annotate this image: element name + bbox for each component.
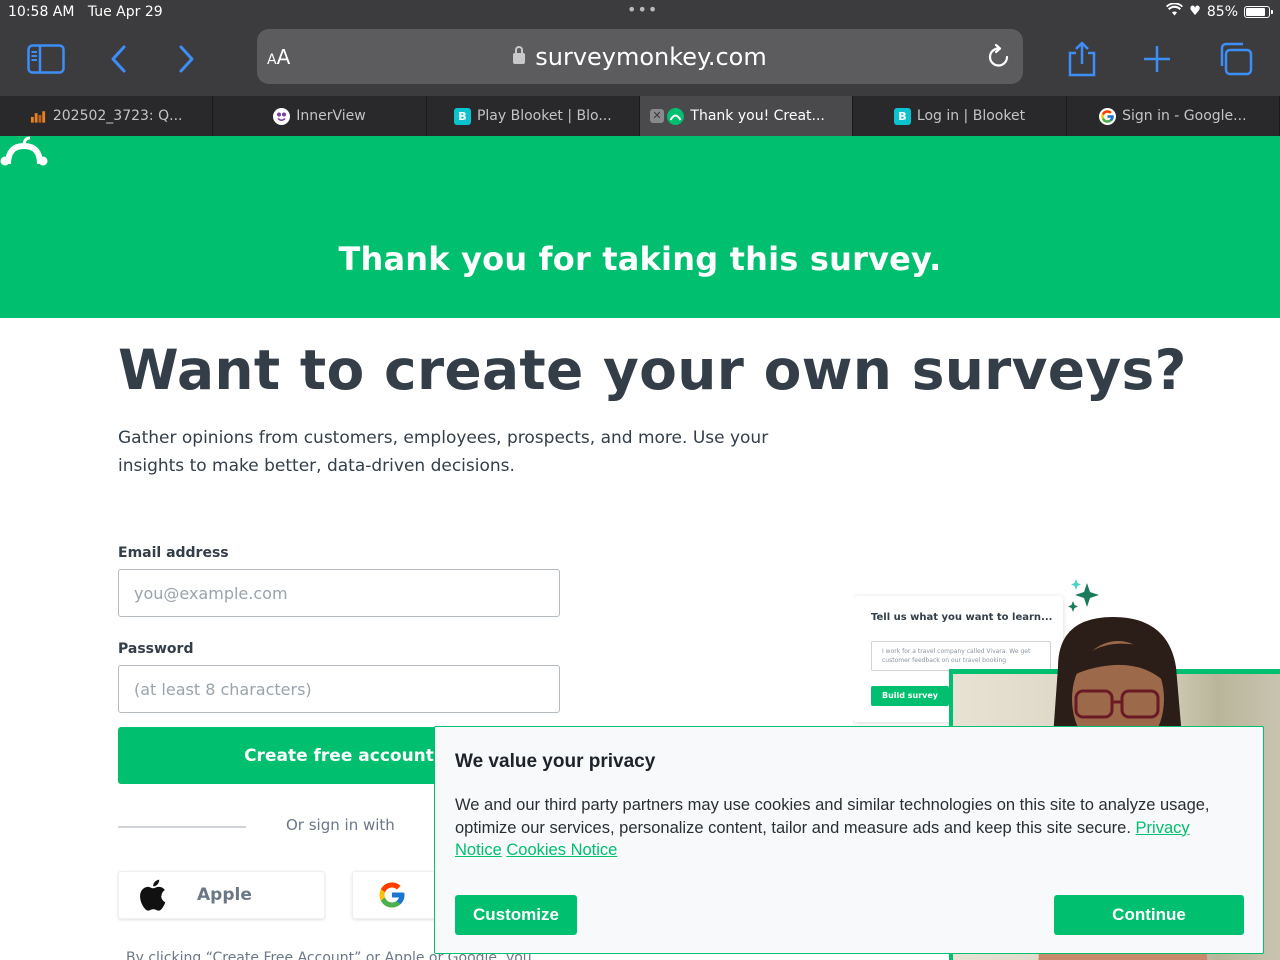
status-time: 10:58 AM Tue Apr 29 (8, 4, 163, 20)
sidebar-icon[interactable] (26, 39, 66, 79)
thank-you-title: Thank you for taking this survey. (338, 240, 942, 278)
tab-login-blooket[interactable]: B Log in | Blooket (853, 96, 1067, 136)
apple-sign-in-button[interactable]: Apple (118, 871, 325, 919)
close-tab-icon[interactable]: ✕ (649, 109, 664, 123)
heart-icon: ♥ (1189, 4, 1201, 19)
tab-innerview[interactable]: InnerView (213, 96, 427, 136)
customize-button[interactable]: Customize (455, 895, 577, 935)
new-tab-icon[interactable] (1137, 39, 1177, 79)
google-icon (1099, 107, 1117, 125)
surveymonkey-icon (667, 107, 685, 125)
tabs-overview-icon[interactable] (1215, 39, 1255, 79)
tab-play-blooket[interactable]: B Play Blooket | Blo... (427, 96, 640, 136)
continue-button[interactable]: Continue (1054, 895, 1244, 935)
password-field[interactable] (118, 665, 560, 713)
google-sign-in-button[interactable] (352, 871, 442, 919)
tab-surveymonkey[interactable]: ✕ Thank you! Creat... (639, 96, 854, 136)
innerview-icon (273, 107, 291, 125)
url-display[interactable]: surveymonkey.com (257, 43, 1023, 71)
cookie-body-text: We and our third party partners may use … (455, 796, 1210, 837)
address-bar[interactable]: AA surveymonkey.com (257, 29, 1023, 84)
apple-label: Apple (197, 885, 252, 905)
status-right: ♥ 85% (1166, 2, 1273, 20)
blooket-icon: B (453, 107, 471, 125)
back-icon[interactable] (99, 39, 139, 79)
page-description: Gather opinions from customers, employee… (118, 428, 769, 476)
divider-left (118, 826, 246, 828)
battery-icon (1244, 5, 1273, 18)
google-icon (377, 880, 407, 910)
surveymonkey-logo-icon (0, 136, 48, 170)
multitasking-dots-icon[interactable]: ••• (627, 0, 658, 19)
cookies-notice-link[interactable]: Cookies Notice (506, 841, 617, 859)
blooket-icon: B (893, 107, 911, 125)
share-icon[interactable] (1062, 39, 1102, 79)
thank-you-banner (0, 136, 1280, 318)
forward-icon[interactable] (166, 39, 206, 79)
cookie-consent-dialog: We value your privacy We and our third p… (434, 726, 1264, 954)
tab-google-signin[interactable]: Sign in - Google... (1067, 96, 1280, 136)
status-bar: 10:58 AM Tue Apr 29 ••• ♥ 85% (0, 0, 1280, 24)
email-label: Email address (118, 545, 229, 561)
reload-icon[interactable] (987, 43, 1011, 74)
password-label: Password (118, 641, 194, 657)
page-headline: Want to create your own surveys? (118, 338, 1187, 402)
cookie-dialog-body: We and our third party partners may use … (455, 794, 1235, 862)
build-survey-button: Build survey (871, 686, 949, 706)
tab-bar: 202502_3723: Q... InnerView B Play Blook… (0, 96, 1280, 136)
battery-percent: 85% (1206, 3, 1238, 20)
tab-qualtrics[interactable]: 202502_3723: Q... (0, 96, 214, 136)
browser-toolbar: AA surveymonkey.com (0, 24, 1280, 96)
orange-chart-icon (30, 108, 47, 125)
wifi-icon (1166, 2, 1184, 20)
apple-icon (137, 878, 167, 912)
or-sign-in-text: Or sign in with (286, 816, 395, 834)
cookie-dialog-title: We value your privacy (455, 751, 656, 772)
email-field[interactable] (118, 569, 560, 617)
lock-icon (513, 46, 526, 64)
